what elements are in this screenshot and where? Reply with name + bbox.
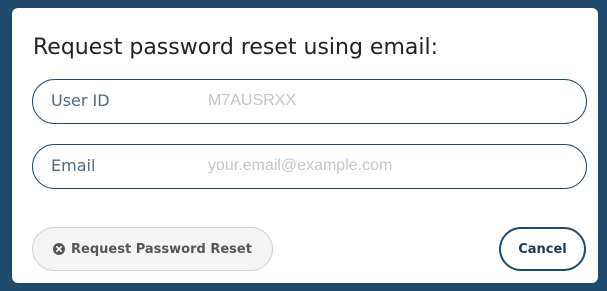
dialog-title: Request password reset using email: <box>33 35 439 60</box>
request-password-reset-label: Request Password Reset <box>71 241 252 257</box>
email-label: Email <box>51 156 96 175</box>
cancel-label: Cancel <box>518 241 567 257</box>
user-id-field[interactable]: User ID <box>32 79 587 124</box>
email-field[interactable]: Email <box>32 144 587 189</box>
cancel-circle-icon <box>53 243 66 255</box>
user-id-label: User ID <box>51 91 110 110</box>
email-input[interactable] <box>208 153 568 179</box>
user-id-input[interactable] <box>208 88 568 114</box>
request-password-reset-button[interactable]: Request Password Reset <box>32 227 273 271</box>
password-reset-dialog: Request password reset using email: User… <box>12 8 598 283</box>
cancel-button[interactable]: Cancel <box>499 227 586 271</box>
